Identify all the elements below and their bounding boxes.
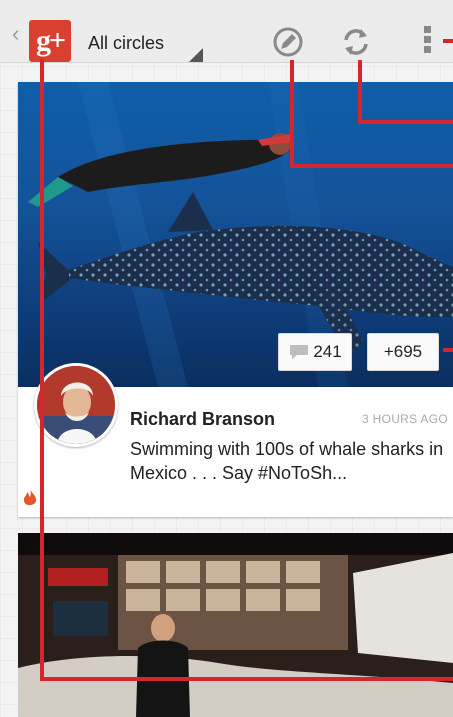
avatar[interactable] (34, 363, 118, 447)
callout-line (290, 60, 294, 168)
dropdown-triangle-icon[interactable] (189, 48, 203, 62)
flame-icon (23, 489, 37, 506)
edit-pen-icon[interactable] (272, 26, 304, 58)
callout-line (40, 677, 453, 681)
callout-line (443, 39, 453, 43)
refresh-icon[interactable] (340, 26, 372, 58)
post-card[interactable] (18, 533, 453, 717)
post-text[interactable]: Swimming with 100s of whale sharks in Me… (130, 437, 450, 485)
callout-line (40, 59, 44, 681)
comments-chip[interactable]: 241 (278, 333, 352, 371)
callout-line (358, 120, 453, 124)
overflow-menu-icon[interactable] (424, 26, 432, 56)
google-plus-logo-icon[interactable]: g+ (29, 20, 71, 62)
post-photo-showroom[interactable] (18, 533, 453, 717)
plus-one-chip[interactable]: +695 (367, 333, 439, 371)
post-timestamp: 3 HOURS AGO (362, 412, 448, 426)
circles-selector[interactable]: All circles (88, 33, 164, 54)
comment-count: 241 (313, 342, 342, 361)
callout-line (290, 164, 453, 168)
action-bar: ‹ g+ All circles (0, 0, 453, 63)
back-chevron-icon[interactable]: ‹ (12, 23, 19, 45)
callout-line (443, 348, 453, 352)
callout-line (358, 60, 362, 124)
post-author[interactable]: Richard Branson (130, 409, 275, 430)
comment-bubble-icon (290, 345, 309, 359)
plus-one-count: +695 (383, 342, 423, 361)
